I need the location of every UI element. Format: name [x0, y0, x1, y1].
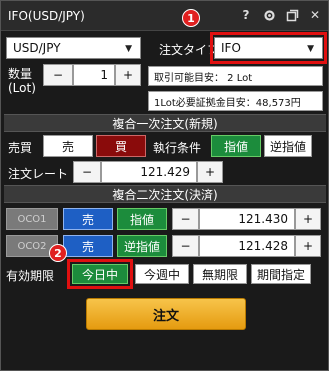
expiry-week-button[interactable]: 今週中 — [135, 264, 189, 284]
quantity-input[interactable]: 1 — [73, 64, 115, 86]
rate-plus-button[interactable]: + — [197, 161, 223, 183]
oco1-plus-button[interactable]: + — [295, 208, 321, 230]
order-rate-label: 注文レート — [8, 167, 69, 181]
highlight-order-type — [210, 32, 327, 64]
restore-icon[interactable] — [285, 8, 299, 22]
window-title: IFO(USD/JPY) — [8, 9, 85, 23]
oco1-minus-button[interactable]: − — [172, 208, 199, 230]
settings-icon[interactable] — [262, 8, 276, 22]
quantity-minus-button[interactable]: − — [43, 64, 73, 86]
oco2-stop-button[interactable]: 逆指値 — [117, 235, 167, 257]
symbol-select-value: USD/JPY — [13, 41, 61, 55]
expiry-unlimited-button[interactable]: 無期限 — [193, 264, 247, 284]
required-margin-info: 1Lot必要証拠金目安：48,573円 — [148, 91, 323, 111]
oco1-rate-input[interactable]: 121.430 — [199, 208, 295, 230]
limit-button[interactable]: 指値 — [211, 135, 261, 157]
quantity-plus-button[interactable]: + — [115, 64, 141, 86]
close-icon[interactable]: ✕ — [308, 8, 322, 22]
help-icon[interactable]: ? — [239, 8, 253, 22]
oco1-sell-button[interactable]: 売 — [63, 208, 113, 230]
rate-input[interactable]: 121.429 — [101, 161, 197, 183]
secondary-order-header: 複合二次注文(決済) — [4, 185, 326, 203]
primary-order-header: 複合一次注文(新規) — [4, 114, 326, 132]
oco2-plus-button[interactable]: + — [295, 235, 321, 257]
buy-button[interactable]: 買 — [96, 135, 146, 157]
title-bar: IFO(USD/JPY) ? ✕ — [1, 1, 328, 31]
oco2-minus-button[interactable]: − — [172, 235, 199, 257]
rate-minus-button[interactable]: − — [73, 161, 101, 183]
quantity-unit-label: (Lot) — [8, 81, 36, 95]
oco1-limit-button[interactable]: 指値 — [117, 208, 167, 230]
exec-condition-label: 執行条件 — [153, 141, 202, 155]
oco1-label: OCO1 — [6, 208, 58, 230]
tradable-lots-info: 取引可能目安： 2 Lot — [148, 66, 323, 86]
annotation-badge-2: 2 — [49, 244, 67, 262]
chevron-down-icon: ▼ — [125, 44, 132, 54]
title-bar-icons: ? ✕ — [239, 8, 322, 22]
order-window: IFO(USD/JPY) ? ✕ 1 USD/JPY ▼ 注文タイプ IFO ▼… — [0, 0, 329, 371]
stop-button[interactable]: 逆指値 — [264, 135, 312, 157]
oco2-sell-button[interactable]: 売 — [63, 235, 113, 257]
side-label: 売買 — [8, 141, 33, 155]
sell-button[interactable]: 売 — [43, 135, 93, 157]
highlight-expiry-today — [67, 259, 133, 289]
oco2-rate-input[interactable]: 121.428 — [199, 235, 295, 257]
quantity-label: 数量 — [8, 67, 33, 81]
submit-order-button[interactable]: 注文 — [86, 298, 246, 330]
symbol-select[interactable]: USD/JPY ▼ — [6, 37, 141, 59]
expiry-specified-button[interactable]: 期間指定 — [251, 264, 311, 284]
expiry-label: 有効期限 — [6, 269, 55, 283]
annotation-badge-1: 1 — [182, 9, 200, 27]
